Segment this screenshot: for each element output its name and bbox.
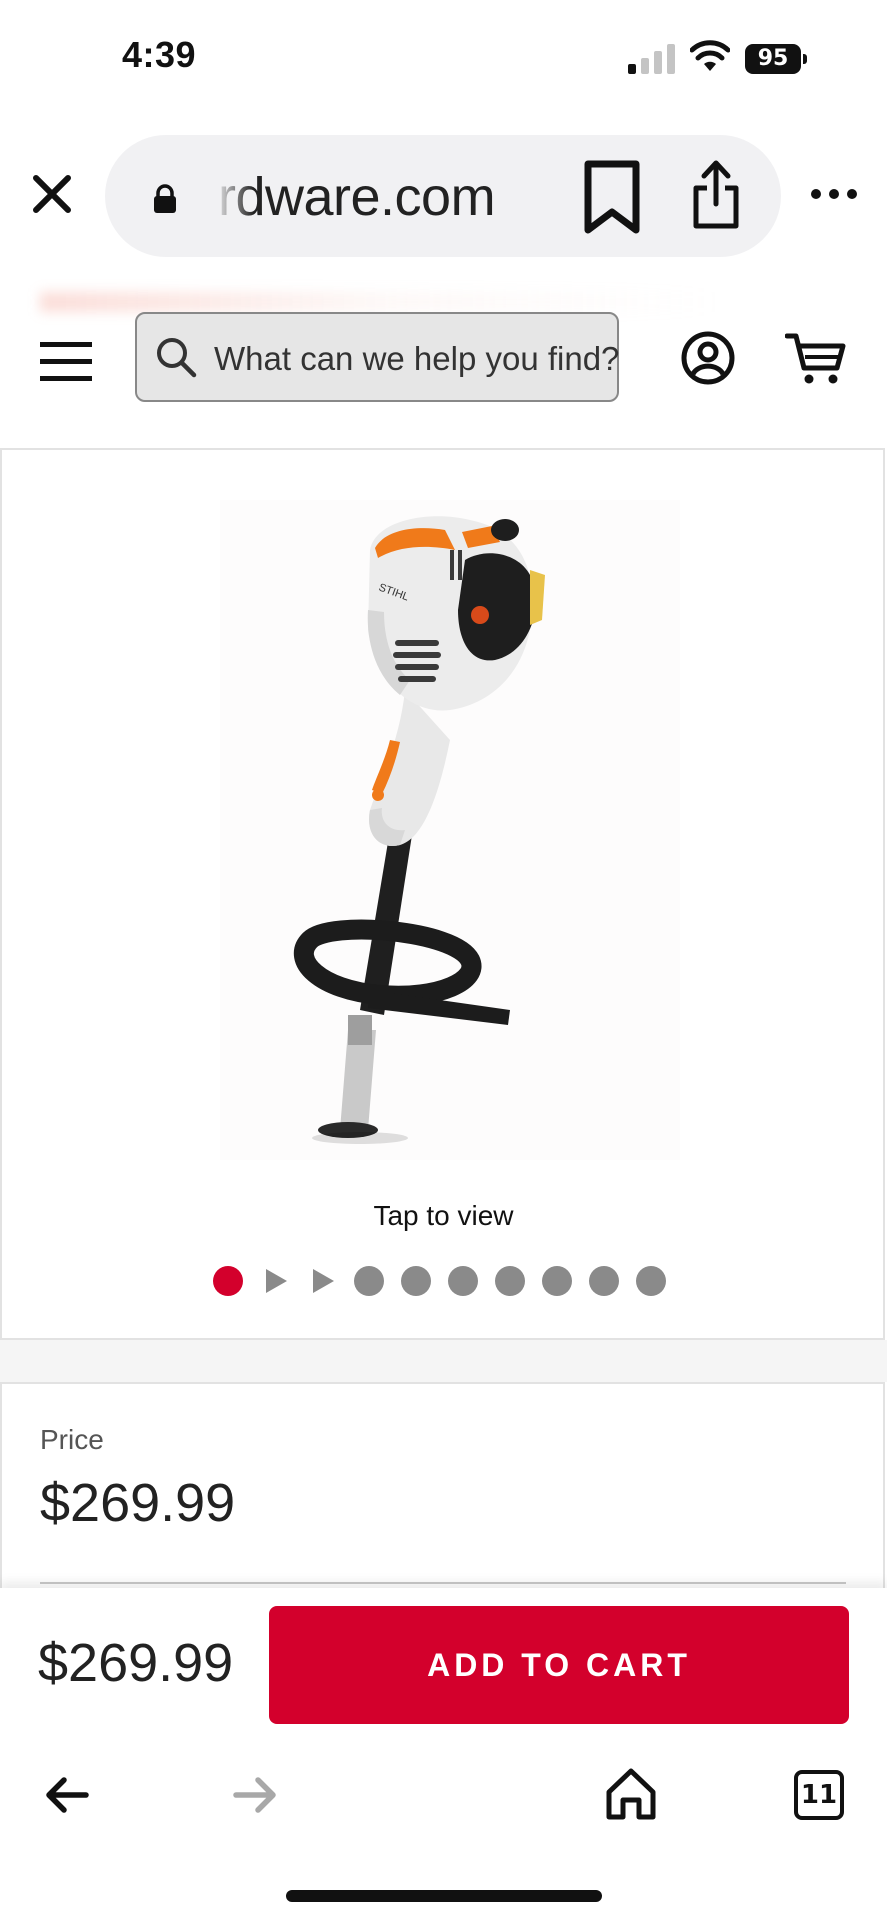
add-to-cart-button[interactable]: ADD TO CART bbox=[269, 1606, 849, 1724]
hamburger-icon[interactable] bbox=[38, 338, 94, 386]
account-icon[interactable] bbox=[680, 330, 736, 386]
search-icon bbox=[157, 338, 197, 378]
share-icon[interactable] bbox=[690, 158, 742, 230]
search-placeholder[interactable]: What can we help you find? bbox=[214, 340, 619, 378]
carousel-dot-7[interactable] bbox=[495, 1266, 525, 1296]
carousel-dot-1[interactable] bbox=[213, 1266, 243, 1296]
sticky-price: $269.99 bbox=[38, 1633, 234, 1693]
price-amount: $269.99 bbox=[40, 1473, 236, 1533]
battery-level: 95 bbox=[745, 44, 801, 74]
carousel-dot-10[interactable] bbox=[636, 1266, 666, 1296]
bookmark-icon[interactable] bbox=[582, 160, 642, 234]
url-text[interactable]: rdware.com bbox=[218, 166, 496, 228]
divider bbox=[40, 1582, 846, 1584]
forward-arrow-icon[interactable] bbox=[232, 1774, 278, 1816]
video-indicator-icon[interactable] bbox=[260, 1266, 290, 1296]
back-arrow-icon[interactable] bbox=[44, 1774, 90, 1816]
more-icon[interactable] bbox=[810, 186, 858, 202]
carousel-dot-9[interactable] bbox=[589, 1266, 619, 1296]
price-label: Price bbox=[40, 1424, 104, 1455]
carousel-indicators[interactable] bbox=[213, 1266, 666, 1296]
battery-icon: 95 bbox=[745, 44, 807, 74]
lock-icon bbox=[154, 184, 176, 213]
close-icon[interactable] bbox=[30, 172, 74, 216]
section-separator bbox=[0, 1340, 887, 1382]
carousel-dot-8[interactable] bbox=[542, 1266, 572, 1296]
home-icon[interactable] bbox=[604, 1766, 658, 1822]
tabs-icon[interactable]: 11 bbox=[794, 1770, 844, 1820]
cart-icon[interactable] bbox=[785, 330, 847, 386]
video-indicator-icon[interactable] bbox=[307, 1266, 337, 1296]
cellular-signal-icon bbox=[628, 44, 675, 74]
home-indicator[interactable] bbox=[286, 1890, 602, 1902]
url-fade bbox=[214, 160, 254, 230]
carousel-dot-4[interactable] bbox=[354, 1266, 384, 1296]
promo-banner bbox=[40, 292, 720, 312]
carousel-dot-6[interactable] bbox=[448, 1266, 478, 1296]
product-image[interactable]: STIHL bbox=[200, 490, 700, 1170]
carousel-dot-5[interactable] bbox=[401, 1266, 431, 1296]
status-time: 4:39 bbox=[122, 34, 197, 75]
wifi-icon bbox=[690, 40, 730, 71]
tap-to-view-label[interactable]: Tap to view bbox=[0, 1200, 887, 1232]
